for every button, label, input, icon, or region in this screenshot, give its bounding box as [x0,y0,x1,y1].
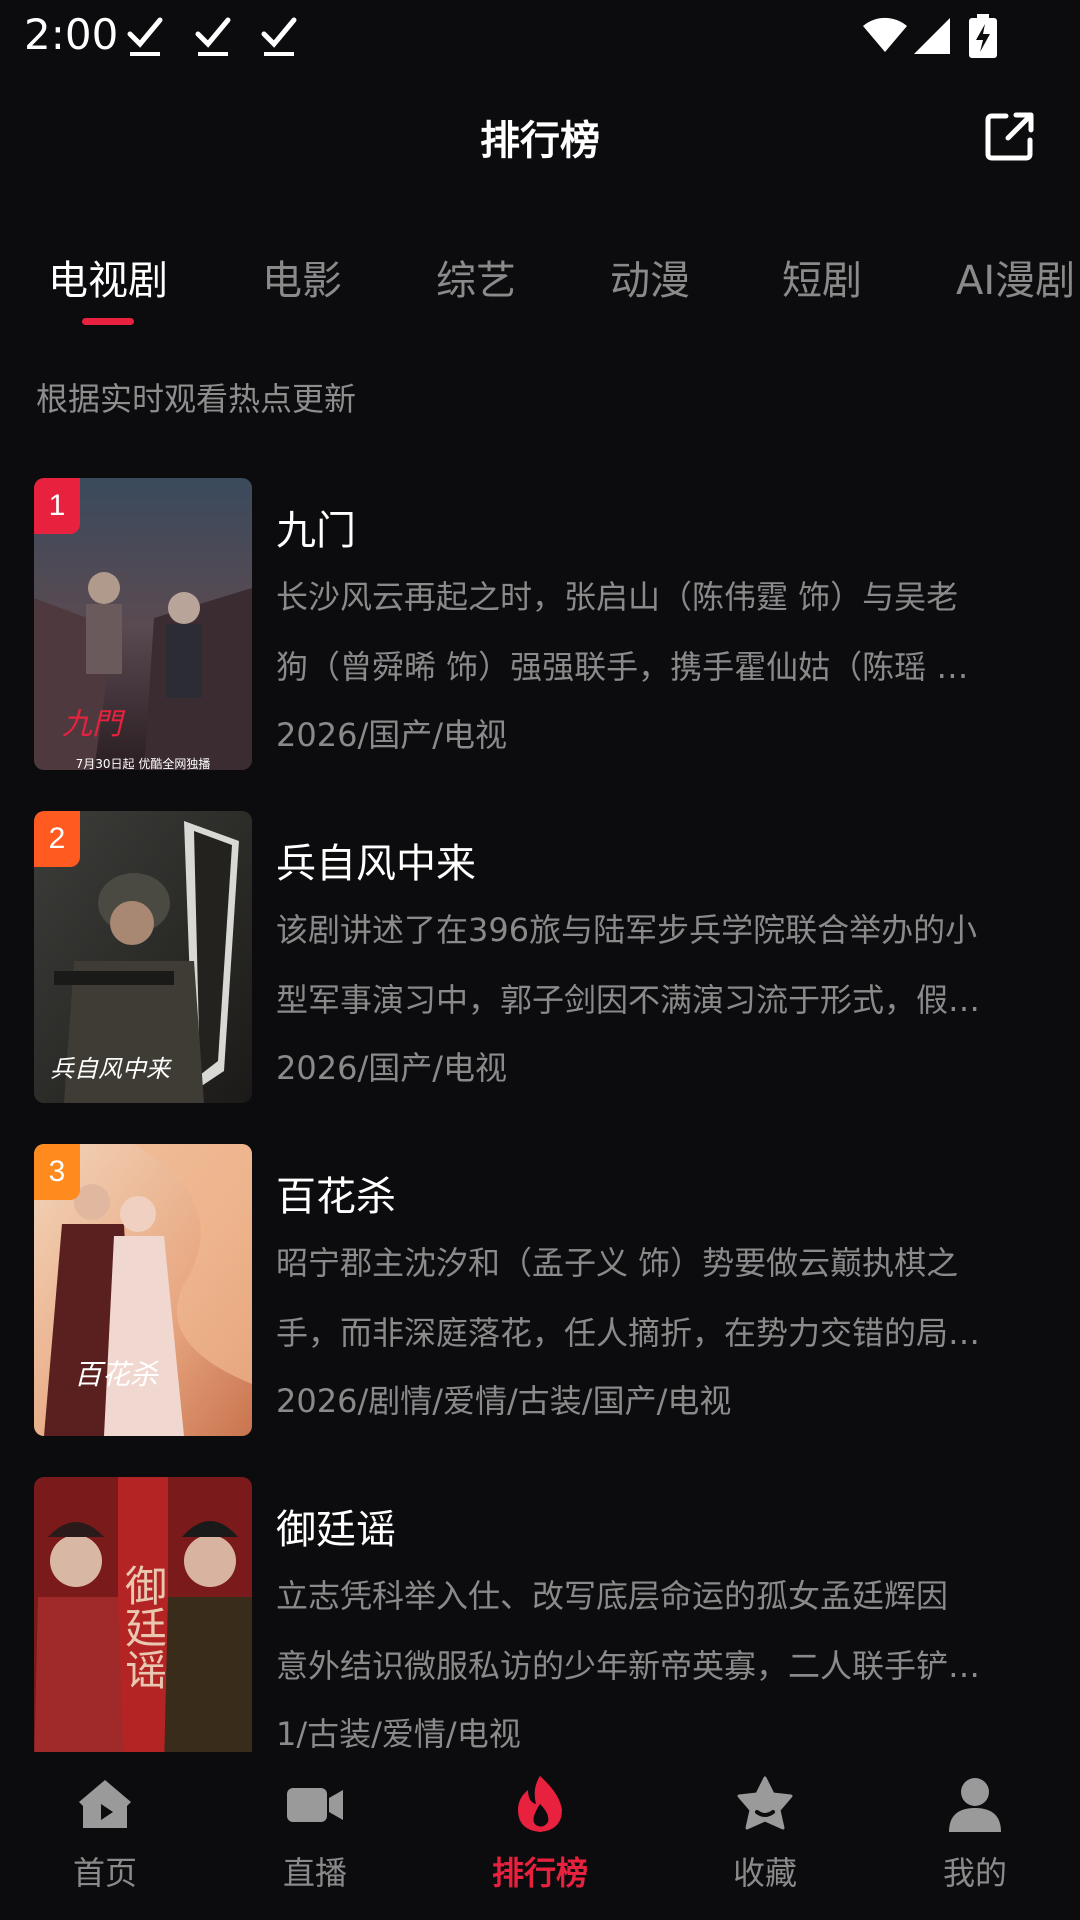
nav-item-ranking[interactable]: 排行榜 [465,1774,615,1894]
video-camera-icon [287,1788,343,1822]
nav-label: 收藏 [732,1854,797,1892]
status-time: 2:00 [24,10,119,59]
item-description: 该剧讲述了在396旅与陆军步兵学院联合举办的小 型军事演习中，郭子剑因不满演习流… [276,895,1046,1035]
nav-label: 直播 [282,1854,347,1892]
tab-short-drama[interactable]: 短剧 [782,248,862,306]
download-done-icon [261,17,297,56]
item-meta: 2026/国产/电视 [276,1049,508,1087]
nav-label: 排行榜 [491,1854,588,1892]
home-play-icon [79,1780,131,1828]
nav-item-favorites[interactable]: 收藏 [690,1774,840,1894]
poster-image: 九門 7月30日起 优酷全网独播 1 [34,478,252,770]
nav-item-profile[interactable]: 我的 [900,1774,1050,1894]
app-root: 2:00 排行榜 电视剧 电影 综艺 动漫 短剧 AI漫剧 根据实时观看热点更新… [0,0,1080,1920]
description-line: 手，而非深庭落花，任人摘折，在势力交错的局… [276,1314,981,1352]
tab-indicator [82,318,134,325]
tab-movies[interactable]: 电影 [262,248,342,306]
item-title: 御廷谣 [276,1507,396,1553]
nav-item-home[interactable]: 首页 [30,1774,180,1894]
poster-art: 御廷谣 [34,1477,252,1752]
tab-anime[interactable]: 动漫 [610,248,690,306]
nav-label: 首页 [72,1854,137,1892]
user-icon [949,1778,1001,1832]
page-title: 排行榜 [480,118,600,164]
poster-logo-text: 御廷谣 [119,1564,168,1690]
item-meta: 2026/国产/电视 [276,716,508,754]
flame-icon [518,1776,562,1832]
poster-image: 御廷谣 [34,1477,252,1752]
poster-caption: 7月30日起 优酷全网独播 [76,756,211,770]
download-done-icon [127,17,163,56]
download-done-icon [195,17,231,56]
description-line: 长沙风云再起之时，张启山（陈伟霆 饰）与吴老 [276,578,959,616]
item-title: 九门 [276,508,356,554]
nav-item-live[interactable]: 直播 [240,1774,390,1894]
list-item[interactable]: 九門 7月30日起 优酷全网独播 1 九门 长沙风云再起之时，张启山（陈伟霆 饰… [0,470,1080,770]
list-item[interactable]: 御廷谣 御廷谣 立志凭科举入仕、改写底层命运的孤女孟廷辉因 意外结识微服私访的少… [0,1469,1080,1752]
list-subtitle: 根据实时观看热点更新 [36,380,357,418]
poster-logo-text: 兵自风中来 [50,1055,172,1083]
item-title: 兵自风中来 [276,841,476,887]
item-description: 立志凭科举入仕、改写底层命运的孤女孟廷辉因 意外结识微服私访的少年新帝英寡，二人… [276,1561,1046,1701]
rank-badge: 1 [34,478,80,534]
wifi-icon [863,17,907,52]
nav-label: 我的 [942,1854,1007,1892]
tab-ai-comic[interactable]: AI漫剧 [956,248,1075,306]
item-title: 百花杀 [276,1174,396,1220]
description-line: 该剧讲述了在396旅与陆军步兵学院联合举办的小 [276,911,978,949]
rank-badge: 2 [34,811,80,867]
signal-icon [914,18,950,54]
poster-logo-text: 百花杀 [74,1358,159,1391]
description-line: 立志凭科举入仕、改写底层命运的孤女孟廷辉因 [276,1577,949,1615]
item-meta: 1/古装/爱情/电视 [276,1715,521,1752]
item-description: 长沙风云再起之时，张启山（陈伟霆 饰）与吴老 狗（曾舜晞 饰）强强联手，携手霍仙… [276,562,1046,702]
ranking-list[interactable]: 九門 7月30日起 优酷全网独播 1 九门 长沙风云再起之时，张启山（陈伟霆 饰… [0,470,1080,1752]
description-line: 昭宁郡主沈汐和（孟子义 饰）势要做云巅执棋之 [276,1244,959,1282]
battery-charging-icon [969,14,997,58]
tab-variety[interactable]: 综艺 [436,248,516,306]
list-item[interactable]: 百花杀 3 百花杀 昭宁郡主沈汐和（孟子义 饰）势要做云巅执棋之 手，而非深庭落… [0,1136,1080,1436]
description-line: 意外结识微服私访的少年新帝英寡，二人联手铲… [276,1647,981,1685]
category-tabs: 电视剧 电影 综艺 动漫 短剧 AI漫剧 [0,248,1080,328]
description-line: 狗（曾舜晞 饰）强强联手，携手霍仙姑（陈瑶 … [276,648,969,686]
poster-image: 兵自风中来 2 [34,811,252,1103]
description-line: 型军事演习中，郭子剑因不满演习流于形式，假… [276,981,981,1019]
bottom-nav: 首页 直播 排行榜 收藏 我的 [0,1752,1080,1920]
status-bar: 2:00 [0,0,1080,80]
item-meta: 2026/剧情/爱情/古装/国产/电视 [276,1382,732,1420]
tab-tv-series[interactable]: 电视剧 [48,248,168,306]
poster-image: 百花杀 3 [34,1144,252,1436]
rank-badge: 3 [34,1144,80,1200]
list-item[interactable]: 兵自风中来 2 兵自风中来 该剧讲述了在396旅与陆军步兵学院联合举办的小 型军… [0,803,1080,1103]
star-icon [737,1776,793,1830]
poster-logo-text: 九門 [62,707,126,742]
share-external-icon[interactable] [984,110,1036,162]
item-description: 昭宁郡主沈汐和（孟子义 饰）势要做云巅执棋之 手，而非深庭落花，任人摘折，在势力… [276,1228,1046,1368]
